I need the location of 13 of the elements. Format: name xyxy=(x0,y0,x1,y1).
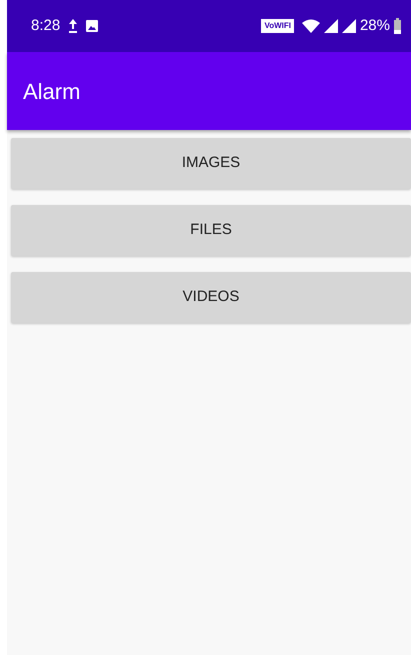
menu-button[interactable]: FILES xyxy=(11,205,411,256)
app-title: Alarm xyxy=(23,78,80,106)
upload-icon xyxy=(68,19,78,33)
clock-time: 8:28 xyxy=(31,16,60,36)
menu-button[interactable]: VIDEOS xyxy=(11,272,411,323)
signal-icon xyxy=(342,19,356,33)
battery-icon xyxy=(394,18,401,34)
wifi-calling-badge: VoWIFI xyxy=(261,19,294,33)
signal-icon xyxy=(324,19,338,33)
image-icon xyxy=(86,20,98,32)
wifi-icon xyxy=(302,19,320,33)
menu-button[interactable]: IMAGES xyxy=(11,138,411,189)
battery-percentage: 28% xyxy=(360,16,390,36)
